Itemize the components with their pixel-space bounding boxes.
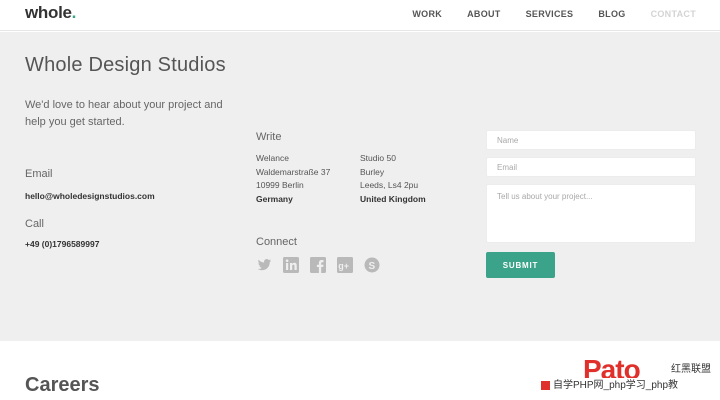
- email-label: Email: [25, 168, 53, 180]
- call-label: Call: [25, 218, 44, 230]
- watermark-bar: 自学PHP网_php学习_php教: [539, 378, 720, 393]
- twitter-icon[interactable]: [255, 256, 273, 274]
- name-input[interactable]: [486, 130, 696, 150]
- watermark-bar-text: 自学PHP网_php学习_php教: [553, 380, 679, 391]
- address-country: Germany: [256, 193, 293, 204]
- main-nav: WORK ABOUT SERVICES BLOG CONTACT: [387, 9, 696, 19]
- address-line: Welance: [256, 153, 289, 163]
- connect-label: Connect: [256, 236, 297, 248]
- email-input[interactable]: [486, 157, 696, 177]
- address-berlin: Welance Waldemarstraße 37 10999 Berlin G…: [256, 152, 330, 206]
- svg-text:S: S: [369, 261, 376, 272]
- address-line: Burley: [360, 166, 385, 177]
- address-country: United Kingdom: [360, 193, 426, 204]
- address-line: Leeds, Ls4 2pu: [360, 180, 419, 190]
- skype-icon[interactable]: S: [363, 256, 381, 274]
- email-value[interactable]: hello@wholedesignstudios.com: [25, 191, 155, 201]
- facebook-icon[interactable]: [309, 256, 327, 274]
- nav-services[interactable]: SERVICES: [526, 9, 574, 19]
- page-title: Whole Design Studios: [25, 54, 226, 76]
- write-label: Write: [256, 131, 282, 143]
- watermark: Pato 红黑联盟 自学PHP网_php学习_php教: [539, 356, 720, 400]
- careers-heading: Careers: [25, 374, 100, 396]
- nav-contact[interactable]: CONTACT: [651, 9, 696, 19]
- logo-dot: .: [71, 3, 77, 22]
- google-plus-icon[interactable]: g+: [336, 256, 354, 274]
- nav-about[interactable]: ABOUT: [467, 9, 501, 19]
- logo[interactable]: whole.: [25, 3, 76, 23]
- nav-work[interactable]: WORK: [412, 9, 442, 19]
- message-textarea[interactable]: [486, 184, 696, 243]
- linkedin-icon[interactable]: [282, 256, 300, 274]
- svg-text:g+: g+: [338, 261, 349, 271]
- watermark-cn-label: 红黑联盟: [671, 364, 711, 375]
- watermark-square: [541, 381, 550, 390]
- address-line: Studio 50: [360, 153, 396, 163]
- address-line: 10999 Berlin: [256, 180, 304, 190]
- phone-value[interactable]: +49 (0)1796589997: [25, 239, 99, 249]
- nav-blog[interactable]: BLOG: [598, 9, 625, 19]
- intro-text: We'd love to hear about your project and…: [25, 99, 223, 128]
- address-leeds: Studio 50 Burley Leeds, Ls4 2pu United K…: [360, 152, 426, 206]
- submit-button[interactable]: SUBMIT: [486, 252, 555, 278]
- social-links: g+ S: [255, 256, 381, 274]
- address-line: Waldemarstraße 37: [256, 166, 331, 177]
- top-nav-bar: whole. WORK ABOUT SERVICES BLOG CONTACT: [0, 0, 720, 31]
- logo-text: whole: [25, 3, 72, 22]
